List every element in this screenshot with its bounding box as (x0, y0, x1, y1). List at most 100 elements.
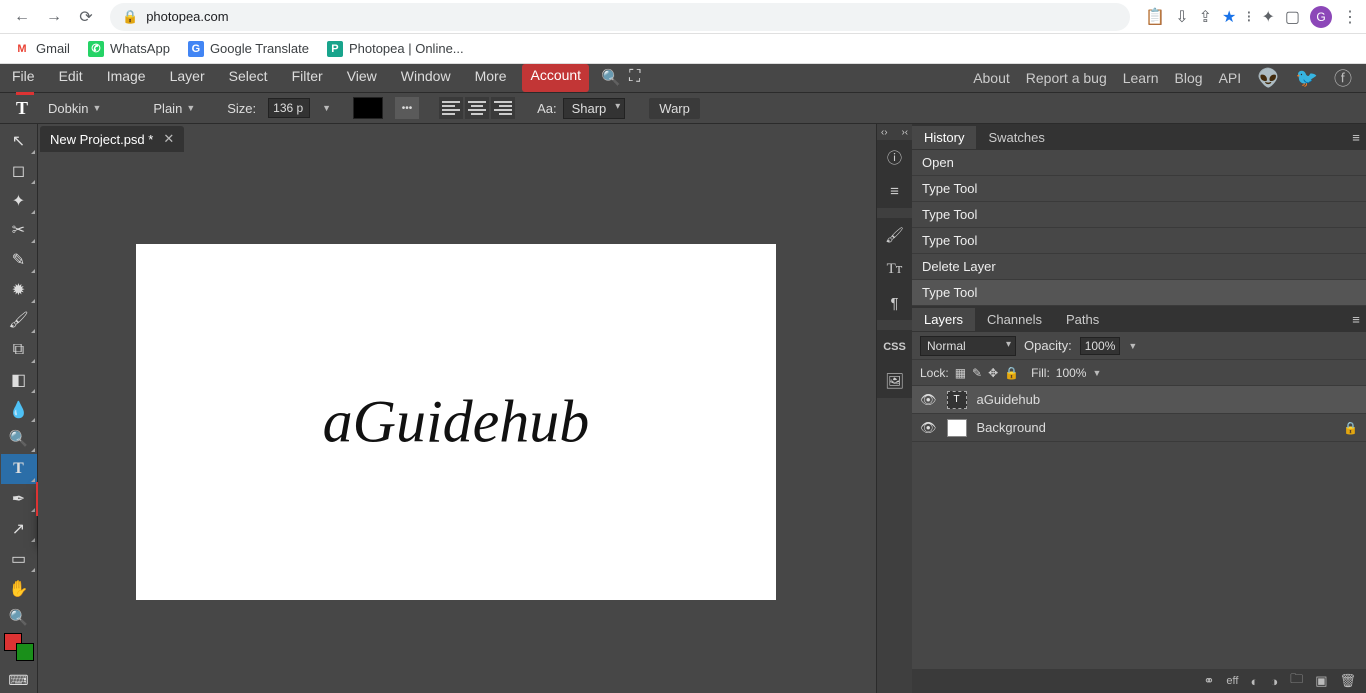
link-report-bug[interactable]: Report a bug (1026, 70, 1107, 86)
size-dropdown-icon[interactable]: ▼ (322, 103, 331, 113)
mask-icon[interactable]: ◐ (1250, 674, 1258, 689)
eraser-tool[interactable]: ◧ (1, 365, 37, 395)
crop-tool[interactable]: ✂ (1, 216, 37, 246)
tab-layers[interactable]: Layers (912, 308, 975, 331)
history-panel-menu-icon[interactable]: ≡ (1346, 130, 1366, 145)
tab-history[interactable]: History (912, 126, 976, 149)
info-panel-icon[interactable]: ⓘ (877, 140, 913, 174)
profile-avatar[interactable]: G (1310, 6, 1332, 28)
link-layers-icon[interactable]: ⚭ (1204, 673, 1215, 689)
history-item[interactable]: Type Tool (912, 280, 1366, 306)
fill-dropdown-icon[interactable]: ▼ (1092, 368, 1101, 378)
path-select-tool[interactable]: ↗ (1, 514, 37, 544)
chrome-menu-icon[interactable]: ⋮ (1342, 7, 1358, 27)
bookmark-photopea[interactable]: PPhotopea | Online... (327, 41, 464, 57)
reddit-icon[interactable]: 👽 (1257, 68, 1279, 89)
history-item[interactable]: Type Tool (912, 228, 1366, 254)
font-size-input[interactable]: 136 p (268, 98, 310, 118)
zoom-tool[interactable]: 🔍 (1, 604, 37, 634)
folder-icon[interactable]: 🗀 (1290, 670, 1303, 692)
opacity-input[interactable]: 100% (1080, 337, 1121, 355)
new-layer-icon[interactable]: ▣ (1315, 673, 1327, 689)
antialias-dropdown[interactable]: Sharp (563, 98, 626, 119)
align-left-button[interactable] (439, 97, 463, 119)
type-tool[interactable]: T (1, 454, 37, 484)
canvas-text-layer[interactable]: aGuidehub (323, 388, 590, 457)
address-bar[interactable]: 🔒 photopea.com (110, 3, 1130, 31)
fullscreen-icon[interactable]: ⛶ (617, 64, 645, 92)
blend-mode-dropdown[interactable]: Normal (920, 336, 1016, 356)
dodge-tool[interactable]: 🔍 (1, 424, 37, 454)
shape-tool[interactable]: ▭ (1, 544, 37, 574)
adjust-panel-icon[interactable]: ≡ (877, 174, 913, 208)
install-icon[interactable]: ⇩ (1175, 7, 1188, 27)
tab-swatches[interactable]: Swatches (976, 126, 1056, 149)
menu-filter[interactable]: Filter (280, 64, 335, 92)
clipboard-icon[interactable]: 📋 (1145, 7, 1165, 27)
menu-account[interactable]: Account (522, 64, 589, 92)
history-item[interactable]: Delete Layer (912, 254, 1366, 280)
delete-layer-icon[interactable]: 🗑 (1339, 673, 1356, 689)
marquee-tool[interactable]: ◻ (1, 156, 37, 186)
twitter-icon[interactable]: 🐦 (1296, 68, 1318, 89)
menu-layer[interactable]: Layer (158, 64, 217, 92)
facebook-icon[interactable]: ⓕ (1334, 65, 1352, 91)
layer-row[interactable]: 👁 Background 🔒 (912, 414, 1366, 442)
menu-window[interactable]: Window (389, 64, 463, 92)
align-right-button[interactable] (491, 97, 515, 119)
history-item[interactable]: Type Tool (912, 176, 1366, 202)
back-button[interactable]: ← (8, 3, 36, 31)
css-panel-icon[interactable]: CSS (877, 330, 913, 364)
brush-tool[interactable]: 🖌 (1, 305, 37, 335)
effects-icon[interactable]: eff (1226, 675, 1238, 687)
menu-more[interactable]: More (463, 64, 519, 92)
heal-tool[interactable]: ✹ (1, 275, 37, 305)
eyedropper-tool[interactable]: ✎ (1, 245, 37, 275)
share-icon[interactable]: ⇪ (1199, 7, 1212, 27)
search-icon[interactable]: 🔍 (589, 64, 617, 92)
lock-brush-icon[interactable]: ✎ (972, 366, 982, 380)
tab-channels[interactable]: Channels (975, 308, 1054, 331)
tab-paths[interactable]: Paths (1054, 308, 1111, 331)
move-tool[interactable]: ↖ (1, 126, 37, 156)
hand-tool[interactable]: ✋ (1, 574, 37, 604)
blur-tool[interactable]: 💧 (1, 395, 37, 425)
warp-button[interactable]: Warp (649, 98, 700, 119)
fill-input[interactable]: 100% (1056, 366, 1087, 380)
color-picker[interactable] (4, 633, 34, 661)
visibility-toggle-icon[interactable]: 👁 (920, 392, 937, 408)
sidepanel-icon[interactable]: ▢ (1285, 7, 1300, 27)
link-learn[interactable]: Learn (1123, 70, 1159, 86)
extensions-icon[interactable]: ✦ (1261, 7, 1274, 27)
brush-panel-icon[interactable]: 🖌 (877, 218, 913, 252)
eyedropper-ext-icon[interactable]: ⁝ (1246, 7, 1251, 27)
bookmark-star-icon[interactable]: ★ (1222, 7, 1236, 27)
menu-select[interactable]: Select (217, 64, 280, 92)
bookmark-gmail[interactable]: MGmail (14, 41, 70, 57)
canvas[interactable]: aGuidehub (136, 244, 776, 600)
menu-image[interactable]: Image (95, 64, 158, 92)
bookmark-whatsapp[interactable]: ✆WhatsApp (88, 41, 170, 57)
lock-all-icon[interactable]: 🔒 (1004, 366, 1019, 380)
opacity-dropdown-icon[interactable]: ▼ (1128, 341, 1137, 351)
adjustment-icon[interactable]: ◑ (1270, 674, 1278, 689)
collapse-arrows[interactable]: ‹› ›‹ (877, 124, 913, 140)
reload-button[interactable]: ⟳ (72, 3, 100, 31)
character-panel-button[interactable]: ••• (395, 97, 419, 119)
history-item[interactable]: Type Tool (912, 202, 1366, 228)
menu-file[interactable]: File (0, 64, 47, 92)
keyboard-icon[interactable]: ⌨ (1, 667, 37, 693)
link-about[interactable]: About (973, 70, 1010, 86)
clone-tool[interactable]: ⧉ (1, 335, 37, 365)
paragraph-panel-icon[interactable]: ¶ (877, 286, 913, 320)
pen-tool[interactable]: ✒ (1, 484, 37, 514)
link-api[interactable]: API (1219, 70, 1242, 86)
document-tab[interactable]: New Project.psd * ✕ (40, 126, 184, 152)
character-panel-icon[interactable]: Tᴛ (877, 252, 913, 286)
forward-button[interactable]: → (40, 3, 68, 31)
menu-view[interactable]: View (335, 64, 389, 92)
image-panel-icon[interactable]: 🖼 (877, 364, 913, 398)
bookmark-translate[interactable]: GGoogle Translate (188, 41, 309, 57)
close-tab-icon[interactable]: ✕ (163, 131, 174, 147)
history-item[interactable]: Open (912, 150, 1366, 176)
